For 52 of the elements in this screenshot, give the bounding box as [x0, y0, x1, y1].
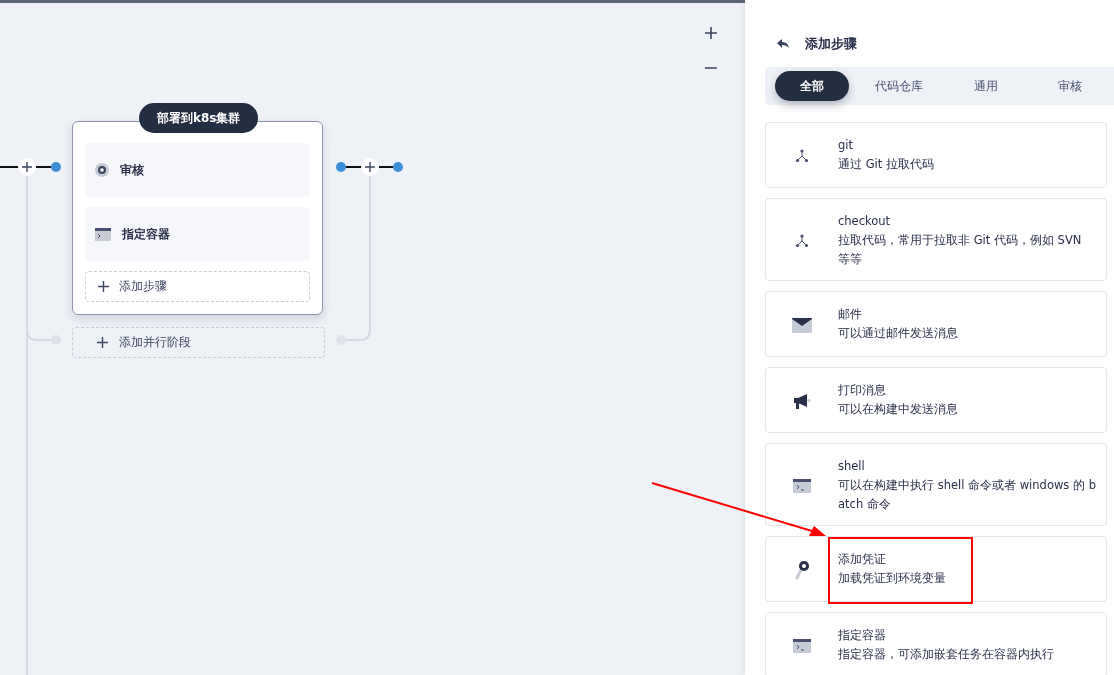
branch-icon: [795, 233, 809, 248]
step-description: 拉取代码，常用于拉取非 Git 代码，例如 SVN 等等: [838, 232, 1083, 268]
step-name: 打印消息: [838, 382, 887, 399]
connector-dot: [51, 162, 61, 172]
plus-icon: [97, 337, 108, 348]
key-icon: [795, 560, 809, 580]
branch-icon: [795, 149, 809, 163]
tab[interactable]: 代码仓库: [859, 71, 939, 101]
terminal-icon: [793, 478, 811, 493]
add-icon[interactable]: [18, 158, 36, 176]
step-card[interactable]: 邮件 可以通过邮件发送消息: [765, 291, 1107, 357]
step-item[interactable]: 审核: [85, 143, 310, 197]
step-name: 邮件: [838, 306, 863, 323]
target-icon: [95, 163, 109, 177]
tab[interactable]: 审核: [1033, 71, 1107, 101]
step-card[interactable]: 添加凭证 加载凭证到环境变量: [765, 536, 1107, 602]
step-description: 指定容器，可添加嵌套任务在容器内执行: [838, 646, 1054, 663]
step-card[interactable]: 指定容器 指定容器，可添加嵌套任务在容器内执行: [765, 612, 1107, 675]
step-card[interactable]: 打印消息 可以在构建中发送消息: [765, 367, 1107, 433]
megaphone-icon: [793, 393, 811, 409]
step-name: git: [838, 137, 854, 154]
step-card[interactable]: git 通过 Git 拉取代码: [765, 122, 1107, 188]
zoom-in-icon[interactable]: [704, 26, 718, 40]
panel-title: 添加步骤: [805, 35, 857, 53]
step-card[interactable]: shell 可以在构建中执行 shell 命令或者 windows 的 batch 命令: [765, 443, 1107, 526]
back-icon[interactable]: [777, 39, 789, 49]
step-description: 通过 Git 拉取代码: [838, 156, 934, 173]
step-description: 可以在构建中发送消息: [838, 401, 958, 418]
step-item[interactable]: 指定容器: [85, 207, 310, 261]
step-name: shell: [838, 458, 866, 475]
step-name: 指定容器: [838, 627, 887, 644]
step-description: 加载凭证到环境变量: [838, 570, 946, 587]
connector-dot: [336, 335, 346, 345]
step-name: checkout: [838, 213, 892, 230]
step-description: 可以在构建中执行 shell 命令或者 windows 的 batch 命令: [838, 477, 1096, 513]
connector-dot: [393, 162, 403, 172]
plus-icon: [98, 281, 109, 292]
connector-dot: [51, 335, 61, 345]
stage-title[interactable]: 部署到k8s集群: [139, 103, 259, 133]
mail-icon: [792, 317, 812, 333]
add-step-button[interactable]: 添加步骤: [85, 271, 310, 302]
tab[interactable]: 通用: [949, 71, 1023, 101]
tab[interactable]: 全部: [775, 71, 849, 101]
connector-dot: [336, 162, 346, 172]
step-card[interactable]: checkout 拉取代码，常用于拉取非 Git 代码，例如 SVN 等等: [765, 198, 1107, 281]
terminal-icon: [95, 227, 111, 241]
step-name: 添加凭证: [838, 551, 887, 568]
step-description: 可以通过邮件发送消息: [838, 325, 958, 342]
zoom-out-icon[interactable]: [704, 66, 718, 70]
terminal-icon: [793, 639, 811, 653]
add-parallel-button[interactable]: 添加并行阶段: [72, 327, 325, 358]
add-icon[interactable]: [361, 158, 379, 176]
